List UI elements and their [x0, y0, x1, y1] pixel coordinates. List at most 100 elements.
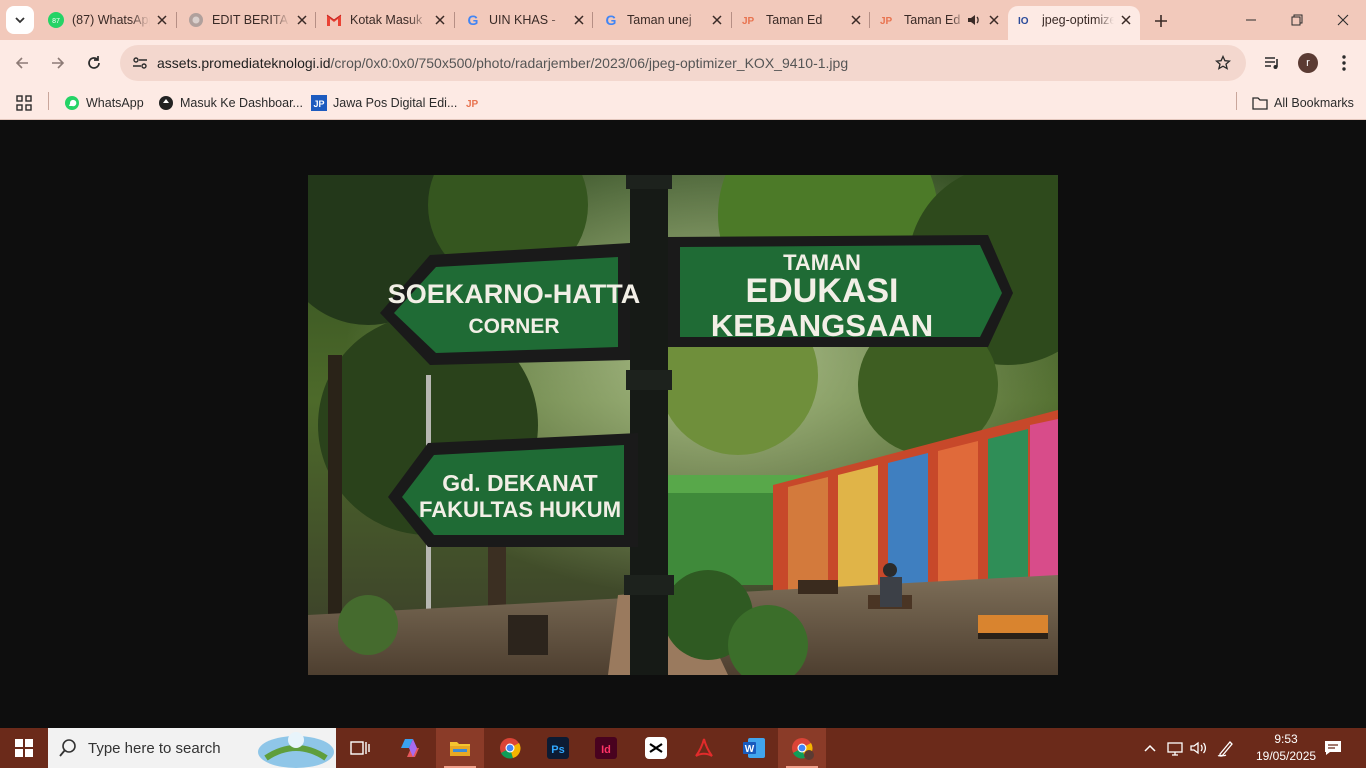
svg-text:Ps: Ps	[551, 744, 564, 756]
address-bar[interactable]: assets.promediateknologi.id/crop/0x0:0x0…	[120, 45, 1246, 81]
all-bookmarks[interactable]: All Bookmarks	[1252, 92, 1354, 114]
show-hidden-icons[interactable]	[1140, 728, 1160, 768]
close-icon[interactable]	[986, 12, 1002, 28]
word-icon: W	[743, 738, 765, 758]
menu-button[interactable]	[1330, 49, 1358, 77]
photoshop-icon: Ps	[547, 737, 569, 759]
all-bookmarks-label: All Bookmarks	[1274, 96, 1354, 110]
image-icon: IO	[1018, 12, 1034, 28]
search-icon	[48, 728, 88, 768]
site-info-icon[interactable]	[128, 51, 152, 75]
taskbar-search[interactable]: Type here to search	[48, 728, 336, 768]
copilot-button[interactable]	[386, 728, 434, 768]
capcut-icon	[645, 737, 667, 759]
minimize-button[interactable]	[1228, 0, 1274, 40]
task-view-button[interactable]	[336, 728, 384, 768]
bookmark-whatsapp[interactable]: WhatsApp	[64, 92, 144, 114]
tab-whatsapp[interactable]: 87 (87) WhatsApp	[42, 6, 170, 34]
close-icon[interactable]	[1118, 12, 1134, 28]
url-path: /crop/0x0:0x0/750x500/photo/radarjember/…	[330, 55, 849, 71]
svg-text:IO: IO	[1018, 16, 1029, 27]
tab-uin-khas[interactable]: G UIN KHAS -	[459, 6, 587, 34]
tab-edit-berita[interactable]: EDIT BERITA	[182, 6, 310, 34]
search-highlight-icon	[258, 732, 334, 768]
back-button[interactable]	[8, 49, 36, 77]
apps-grid-icon	[16, 95, 32, 111]
taskbar-clock[interactable]: 9:53 19/05/2025	[1256, 731, 1316, 765]
playlist-icon	[1265, 57, 1278, 69]
tab-taman-ed-1[interactable]: JP Taman Ed	[736, 6, 864, 34]
bookmark-label: Masuk Ke Dashboar...	[180, 96, 303, 110]
jp-icon: JP	[311, 95, 327, 111]
photo-taman-edukasi[interactable]: SOEKARNO-HATTA CORNER TAMAN EDUKASI KEBA…	[308, 175, 1058, 675]
close-icon[interactable]	[709, 12, 725, 28]
sign-soekarno-hatta: SOEKARNO-HATTA	[388, 279, 640, 309]
windows-logo-icon	[15, 739, 33, 757]
tab-taman-unej[interactable]: G Taman unej	[597, 6, 725, 34]
globe-icon	[188, 12, 204, 28]
chevron-down-icon	[15, 17, 25, 24]
pen-icon	[1217, 741, 1233, 757]
tab-title: jpeg-optimizer	[1042, 13, 1114, 27]
jp-icon: JP	[466, 95, 482, 111]
svg-text:G: G	[468, 12, 479, 28]
forward-button[interactable]	[44, 49, 72, 77]
chrome-button[interactable]	[486, 728, 534, 768]
speaker-icon[interactable]	[966, 12, 982, 28]
tab-title: Taman Ed	[766, 13, 823, 27]
clock-time: 9:53	[1274, 732, 1298, 746]
tab-title: EDIT BERITA	[212, 13, 288, 27]
notifications-button[interactable]	[1318, 728, 1348, 768]
network-icon	[1167, 742, 1183, 756]
network-tray[interactable]	[1164, 728, 1186, 768]
bookmark-dashboard[interactable]: Masuk Ke Dashboar...	[158, 92, 303, 114]
close-window-button[interactable]	[1320, 0, 1366, 40]
capcut-button[interactable]	[632, 728, 680, 768]
reload-button[interactable]	[80, 49, 108, 77]
tab-title: UIN KHAS -	[489, 13, 556, 27]
bookmark-star-icon[interactable]	[1212, 52, 1234, 74]
svg-text:W: W	[745, 744, 755, 755]
indesign-button[interactable]: Id	[582, 728, 630, 768]
photoshop-button[interactable]: Ps	[534, 728, 582, 768]
bookmark-jawa-pos[interactable]: JP Jawa Pos Digital Edi...	[311, 92, 457, 114]
close-icon[interactable]	[848, 12, 864, 28]
pen-tray[interactable]	[1214, 728, 1238, 768]
apps-button[interactable]	[16, 92, 32, 114]
file-explorer-button[interactable]	[436, 728, 484, 768]
copilot-icon	[401, 739, 419, 757]
volume-tray[interactable]	[1188, 728, 1210, 768]
sign-gd-dekanat: Gd. DEKANAT	[442, 470, 597, 496]
task-view-icon	[350, 741, 370, 755]
bookmark-jp[interactable]: JP	[466, 92, 488, 114]
new-tab-button[interactable]	[1148, 8, 1174, 34]
word-button[interactable]: W	[730, 728, 778, 768]
start-button[interactable]	[0, 728, 48, 768]
svg-text:JP: JP	[880, 16, 893, 26]
url-text: assets.promediateknologi.id/crop/0x0:0x0…	[157, 55, 848, 71]
bookmarks-bar: WhatsApp Masuk Ke Dashboar... JP Jawa Po…	[0, 86, 1366, 120]
tab-jpeg-optimizer[interactable]: IO jpeg-optimizer	[1008, 6, 1140, 40]
close-icon[interactable]	[294, 12, 310, 28]
close-icon	[1337, 14, 1349, 26]
close-icon[interactable]	[571, 12, 587, 28]
tab-taman-ed-2[interactable]: JP Taman Ed	[874, 6, 1002, 34]
tab-search-button[interactable]	[6, 6, 34, 34]
acrobat-button[interactable]	[680, 728, 728, 768]
svg-text:JP: JP	[742, 16, 755, 26]
media-control-button[interactable]	[1258, 49, 1286, 77]
close-icon[interactable]	[154, 12, 170, 28]
folder-icon	[1252, 95, 1268, 111]
whatsapp-icon: 87	[48, 12, 64, 28]
tab-strip: 87 (87) WhatsApp EDIT BERITA Kotak Masuk…	[0, 0, 1366, 40]
bookmark-label: WhatsApp	[86, 96, 144, 110]
tab-gmail[interactable]: Kotak Masuk	[320, 6, 448, 34]
restore-button[interactable]	[1274, 0, 1320, 40]
profile-avatar[interactable]: r	[1298, 53, 1318, 73]
chrome-icon	[792, 738, 814, 760]
close-icon[interactable]	[432, 12, 448, 28]
folder-icon	[450, 742, 470, 756]
jp-icon: JP	[742, 12, 758, 28]
chrome-active-button[interactable]	[778, 728, 826, 768]
restore-icon	[1291, 14, 1303, 26]
